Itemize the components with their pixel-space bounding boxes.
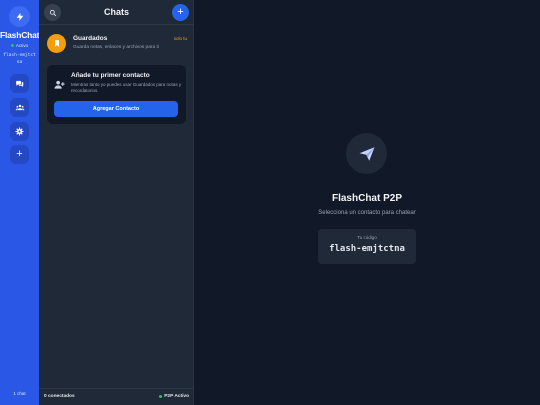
panel-footer: 0 conectados P2P Activo xyxy=(39,388,194,405)
main-logo xyxy=(346,133,387,174)
chats-nav-button[interactable] xyxy=(10,74,29,93)
rail-status-label: Activo xyxy=(15,43,29,48)
add-contact-button[interactable]: Agregar Contacto xyxy=(54,101,178,117)
bookmark-shape-icon xyxy=(54,40,59,47)
brand-name: FlashChat xyxy=(0,30,40,40)
chat-bubbles-icon xyxy=(16,80,24,87)
nav-rail: FlashChat Activo flash-emjtctna + 1 chat xyxy=(0,0,39,405)
main-title: FlashChat P2P xyxy=(331,193,403,204)
panel-title: Chats xyxy=(103,7,129,17)
rail-status: Activo xyxy=(0,43,39,48)
main-area: FlashChat P2P Selecciona un contacto par… xyxy=(194,0,540,405)
add-user-icon xyxy=(54,77,65,89)
add-nav-button[interactable]: + xyxy=(10,145,29,164)
plus-icon: + xyxy=(177,6,184,18)
chat-list-panel: Chats + Guardados solo tu Guarda notas, … xyxy=(39,0,194,405)
groups-nav-button[interactable] xyxy=(10,98,29,117)
p2p-status-label: P2P Activo xyxy=(164,394,189,399)
code-label: Tu código xyxy=(357,235,377,240)
group-icon xyxy=(15,104,24,111)
user-code-box[interactable]: Tu código flash-emjtctna xyxy=(318,229,416,264)
chat-count: 1 chat xyxy=(13,391,26,396)
card-title: Añade tu primer contacto xyxy=(71,72,150,79)
panel-header: Chats + xyxy=(39,0,194,25)
bookmark-icon xyxy=(47,34,66,53)
online-dot-icon xyxy=(10,44,14,47)
connected-count: 0 conectados xyxy=(44,394,75,399)
app-logo[interactable] xyxy=(9,6,30,27)
settings-nav-button[interactable] xyxy=(10,122,29,141)
p2p-status: P2P Activo xyxy=(159,394,189,399)
code-value: flash-emjtctna xyxy=(329,244,405,254)
saved-chat-item[interactable]: Guardados solo tu Guarda notas, enlaces … xyxy=(46,34,189,56)
main-subtitle: Selecciona un contacto para chatear xyxy=(318,210,416,216)
plus-icon: + xyxy=(16,148,23,160)
paper-plane-icon xyxy=(359,146,374,161)
saved-chat-subtitle: Guarda notas, enlaces y archivos para ti xyxy=(73,45,159,50)
card-subtitle: Mientras tanto yo puedes usar Guardados … xyxy=(71,82,182,93)
online-dot-icon xyxy=(159,395,163,398)
gear-icon xyxy=(15,127,24,136)
lightning-icon xyxy=(16,12,23,21)
add-contact-card: Añade tu primer contacto Mientras tanto … xyxy=(47,65,186,124)
saved-chat-name: Guardados xyxy=(73,35,108,42)
saved-chat-badge: solo tu xyxy=(173,36,187,41)
rail-user-code: flash-emjtctna xyxy=(3,53,36,65)
new-chat-button[interactable]: + xyxy=(172,4,189,21)
